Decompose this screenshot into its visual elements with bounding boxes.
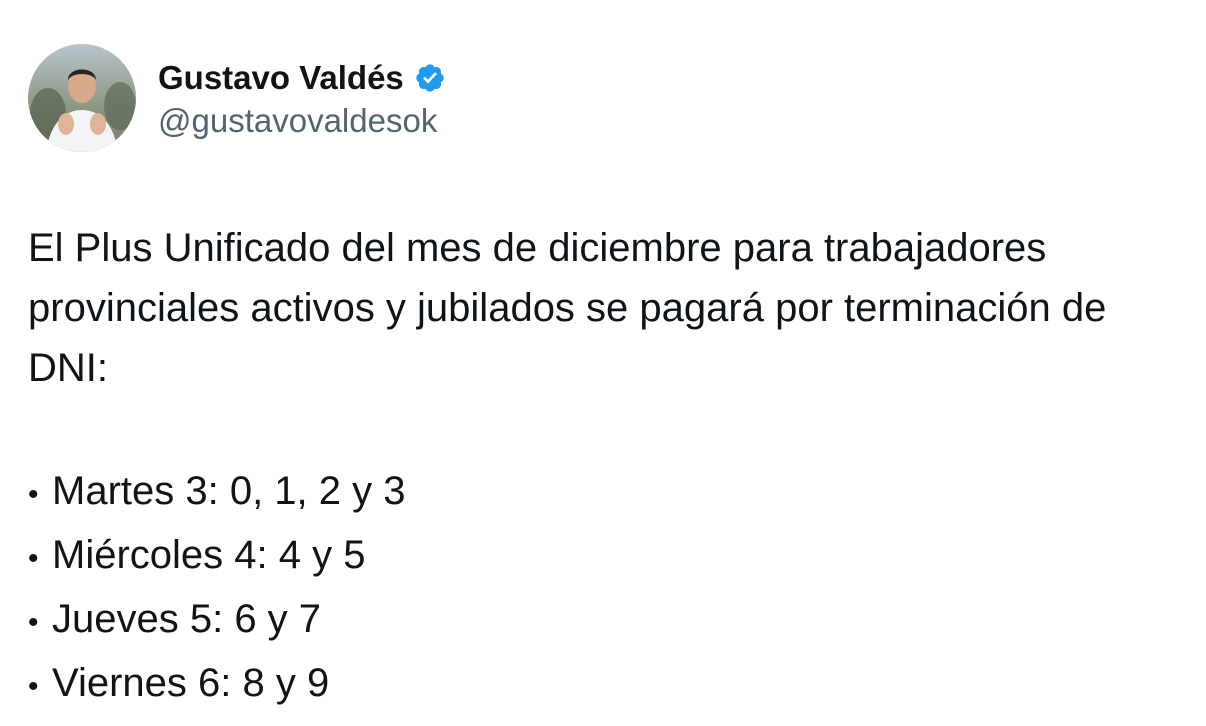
schedule-item: • Martes 3: 0, 1, 2 y 3 bbox=[28, 461, 406, 525]
tweet-text: El Plus Unificado del mes de diciembre p… bbox=[28, 226, 1107, 390]
author-handle[interactable]: @gustavovaldesok bbox=[158, 102, 446, 140]
tweet: Gustavo Valdés @gustavovaldesok El Plus … bbox=[0, 0, 1206, 726]
tweet-header: Gustavo Valdés @gustavovaldesok bbox=[28, 44, 446, 152]
bullet-icon: • bbox=[28, 670, 39, 703]
author-display-name[interactable]: Gustavo Valdés bbox=[158, 59, 404, 97]
schedule-item-text: Jueves 5: 6 y 7 bbox=[52, 597, 322, 641]
payment-schedule-list: • Martes 3: 0, 1, 2 y 3 • Miércoles 4: 4… bbox=[28, 461, 406, 717]
verified-badge-icon bbox=[414, 62, 446, 94]
schedule-item-text: Miércoles 4: 4 y 5 bbox=[52, 533, 366, 577]
schedule-item-text: Viernes 6: 8 y 9 bbox=[52, 661, 330, 705]
tweet-body: El Plus Unificado del mes de diciembre p… bbox=[28, 218, 1188, 398]
schedule-item: • Viernes 6: 8 y 9 bbox=[28, 653, 406, 717]
bullet-icon: • bbox=[28, 478, 39, 511]
schedule-item: • Miércoles 4: 4 y 5 bbox=[28, 525, 406, 589]
author-identity: Gustavo Valdés @gustavovaldesok bbox=[158, 56, 446, 140]
name-row: Gustavo Valdés bbox=[158, 56, 446, 100]
bullet-icon: • bbox=[28, 542, 39, 575]
schedule-item-text: Martes 3: 0, 1, 2 y 3 bbox=[52, 469, 406, 513]
schedule-item: • Jueves 5: 6 y 7 bbox=[28, 589, 406, 653]
author-avatar[interactable] bbox=[28, 44, 136, 152]
avatar-photo-icon bbox=[28, 44, 136, 152]
bullet-icon: • bbox=[28, 606, 39, 639]
